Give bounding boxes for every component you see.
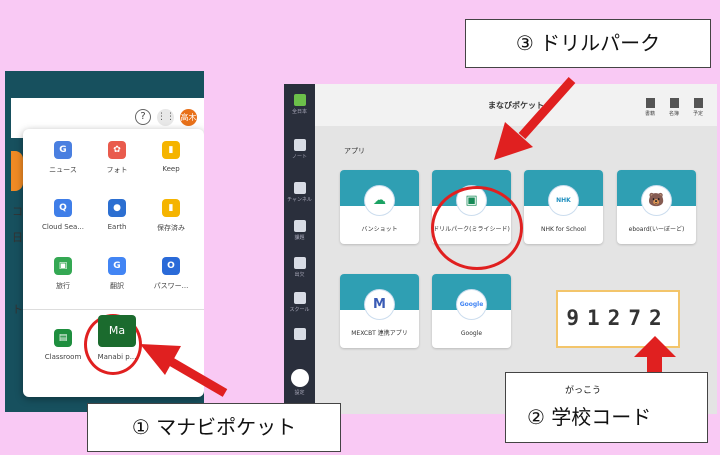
arrow-to-drill-park xyxy=(494,77,576,160)
arrow-to-manabi-pocket xyxy=(140,344,228,397)
drill-park-callout: ③ ドリルパーク xyxy=(465,19,711,68)
ruby-text: がっこう xyxy=(565,386,602,396)
arrow-to-school-code xyxy=(634,336,676,377)
manabi-pocket-callout: ① マナビポケット xyxy=(87,403,341,452)
school-code-callout: がっこう ② 学校コード xyxy=(505,372,708,443)
callout-marker: ② xyxy=(527,405,545,429)
callout-label: 学校コード xyxy=(551,405,652,429)
